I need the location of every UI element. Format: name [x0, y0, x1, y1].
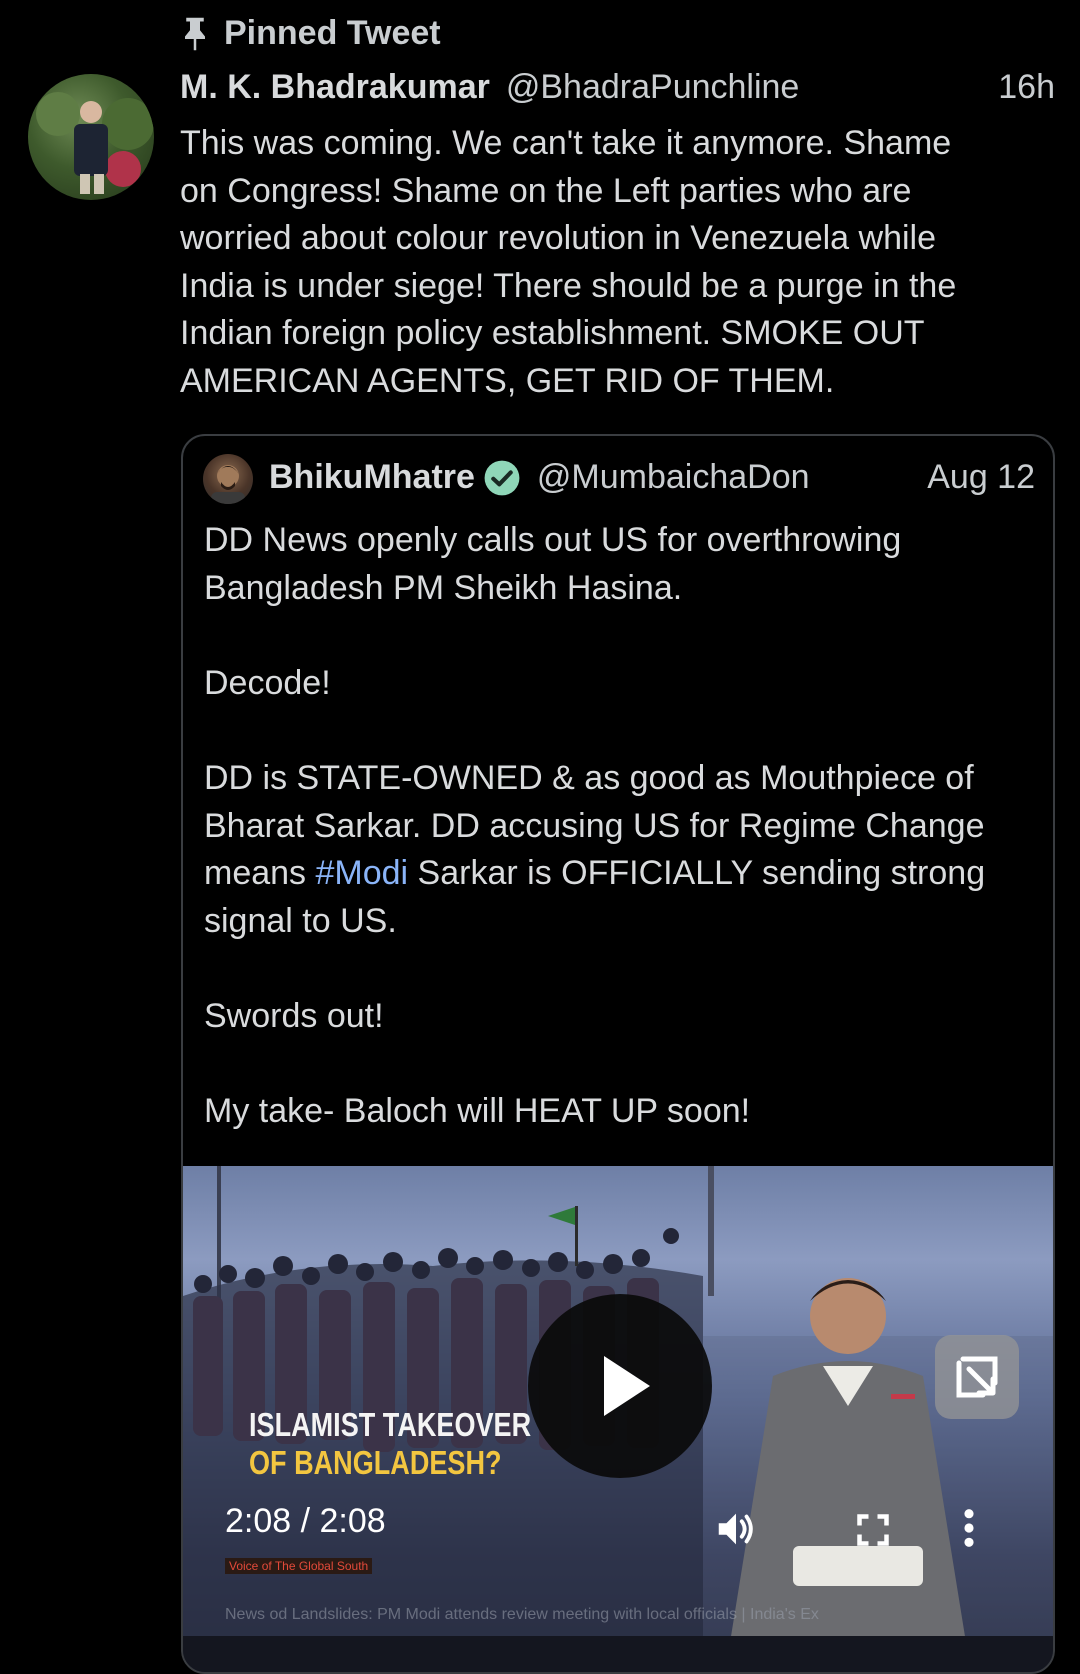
- quoted-tweet-card[interactable]: BhikuMhatre @MumbaichaDon Aug 12 DD News…: [181, 434, 1055, 1674]
- quoted-tweet-timestamp[interactable]: Aug 12: [927, 458, 1035, 497]
- verified-badge-icon: [484, 460, 520, 495]
- quoted-paragraph-2: Decode!: [204, 663, 331, 702]
- fullscreen-icon[interactable]: [855, 1512, 891, 1548]
- quoted-paragraph-3: DD is STATE-OWNED & as good as Mouthpiec…: [204, 755, 1044, 945]
- video-timecode: 2:08 / 2:08: [225, 1502, 386, 1540]
- pin-icon: [185, 17, 205, 50]
- pinned-tweet-label: Pinned Tweet: [180, 14, 441, 53]
- author-avatar-image: [36, 92, 154, 194]
- quoted-author-handle[interactable]: @MumbaichaDon: [537, 458, 810, 497]
- quoted-tweet-header: BhikuMhatre @MumbaichaDon Aug 12: [269, 458, 1035, 497]
- tweet-header: M. K. Bhadrakumar @BhadraPunchline 16h: [180, 68, 1055, 107]
- quoted-tweet-text: DD News openly calls out US for overthro…: [204, 517, 1044, 1136]
- video-headline-line-1: ISLAMIST TAKEOVER: [249, 1406, 532, 1443]
- video-ticker-text: News od Landslides: PM Modi attends revi…: [225, 1606, 819, 1623]
- quoted-author-name[interactable]: BhikuMhatre: [269, 458, 475, 497]
- quoted-paragraph-5: My take- Baloch will HEAT UP soon!: [204, 1092, 751, 1131]
- video-ticker-label: Voice of The Global South: [225, 1558, 373, 1574]
- tweet-text: This was coming. We can't take it anymor…: [180, 124, 957, 400]
- video-headline: ISLAMIST TAKEOVER OF BANGLADESH?: [249, 1406, 531, 1482]
- video-player[interactable]: ISLAMIST TAKEOVER OF BANGLADESH? 2:08 / …: [183, 1166, 1053, 1672]
- quoted-author-avatar[interactable]: [203, 454, 253, 504]
- author-handle[interactable]: @BhadraPunchline: [506, 68, 799, 107]
- play-button[interactable]: [528, 1294, 712, 1478]
- tweet-timestamp[interactable]: 16h: [998, 68, 1055, 107]
- author-name[interactable]: M. K. Bhadrakumar: [180, 68, 490, 107]
- video-headline-line-2: OF BANGLADESH?: [249, 1444, 502, 1481]
- play-icon: [604, 1356, 650, 1416]
- picture-in-picture-icon: [956, 1356, 998, 1398]
- hashtag-link[interactable]: #Modi: [316, 854, 409, 892]
- more-options-icon[interactable]: [963, 1508, 975, 1548]
- quoted-paragraph-1: DD News openly calls out US for overthro…: [204, 521, 902, 607]
- author-avatar[interactable]: [28, 74, 154, 200]
- pinned-tweet-text: Pinned Tweet: [224, 14, 441, 52]
- quoted-author-avatar-image: [211, 465, 245, 504]
- picture-in-picture-button[interactable]: [935, 1335, 1019, 1419]
- quoted-paragraph-4: Swords out!: [204, 996, 384, 1035]
- volume-icon[interactable]: [713, 1506, 759, 1552]
